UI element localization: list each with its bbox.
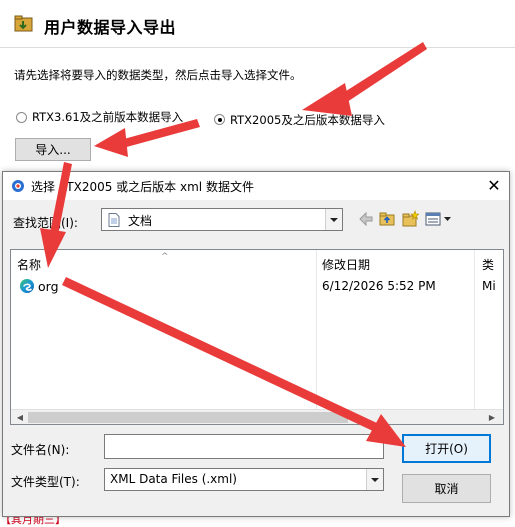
file-type: Mi	[482, 279, 496, 293]
title-divider	[0, 47, 515, 48]
file-modified-date: 6/12/2026 5:52 PM	[322, 279, 436, 293]
column-header-modified[interactable]: 修改日期	[322, 256, 370, 273]
dialog-app-icon	[12, 180, 24, 192]
column-header-name[interactable]: 名称	[17, 256, 41, 273]
cancel-button[interactable]: 取消	[402, 474, 491, 503]
lookin-dropdown[interactable]: 文档	[101, 208, 343, 231]
filetype-dropdown[interactable]: XML Data Files (.xml)	[104, 468, 384, 491]
filename-input[interactable]	[104, 434, 384, 459]
arrow-to-import-head	[94, 128, 128, 157]
up-folder-icon[interactable]	[378, 210, 396, 228]
open-button[interactable]: 打开(O)	[402, 434, 491, 463]
lookin-label: 查找范围(I):	[13, 216, 78, 230]
document-folder-icon	[108, 213, 120, 227]
lookin-value: 文档	[128, 214, 153, 228]
close-icon[interactable]: ✕	[483, 175, 505, 197]
wizard-app-icon	[14, 15, 33, 32]
new-folder-icon[interactable]	[401, 210, 419, 228]
radio-old-version[interactable]	[16, 112, 27, 123]
file-name-org[interactable]: org	[38, 279, 59, 294]
radio-new-version-label[interactable]: RTX2005及之后版本数据导入	[230, 112, 385, 128]
dialog-titlebar[interactable]: 选择 RTX2005 或之后版本 xml 数据文件 ✕	[3, 172, 509, 200]
chevron-down-icon[interactable]	[366, 469, 383, 490]
scrollbar-thumb[interactable]	[28, 412, 348, 423]
dialog-title: 选择 RTX2005 或之后版本 xml 数据文件	[31, 180, 254, 194]
column-divider[interactable]	[316, 250, 317, 410]
column-header-type[interactable]: 类	[482, 256, 494, 273]
scroll-left-icon[interactable]: ◀	[13, 410, 27, 424]
import-button[interactable]: 导入...	[15, 138, 91, 161]
radio-old-version-label[interactable]: RTX3.61及之前版本数据导入	[32, 109, 183, 125]
radio-new-version[interactable]	[214, 114, 225, 125]
column-divider[interactable]	[474, 250, 475, 410]
file-open-dialog: 选择 RTX2005 或之后版本 xml 数据文件 ✕ 查找范围(I): 文档 …	[2, 171, 510, 517]
sort-caret-icon: ^	[161, 252, 169, 262]
filetype-value: XML Data Files (.xml)	[110, 472, 237, 486]
filename-label: 文件名(N):	[11, 443, 70, 457]
arrow-to-radio	[332, 42, 427, 108]
scroll-right-icon[interactable]: ▶	[485, 410, 499, 424]
filetype-label: 文件类型(T):	[11, 475, 80, 489]
horizontal-scrollbar[interactable]: ◀ ▶	[11, 409, 503, 424]
instruction-text: 请先选择将要导入的数据类型，然后点击导入选择文件。	[14, 68, 302, 82]
chevron-down-icon[interactable]	[325, 209, 342, 230]
file-list[interactable]: ^ 名称 修改日期 类 org 6/12/2026 5:52 PM Mi ◀ ▶	[10, 249, 504, 425]
edge-file-icon[interactable]	[19, 278, 35, 294]
page-title: 用户数据导入导出	[44, 18, 177, 37]
back-arrow-icon[interactable]	[357, 210, 375, 228]
view-menu-icon[interactable]	[424, 210, 454, 228]
